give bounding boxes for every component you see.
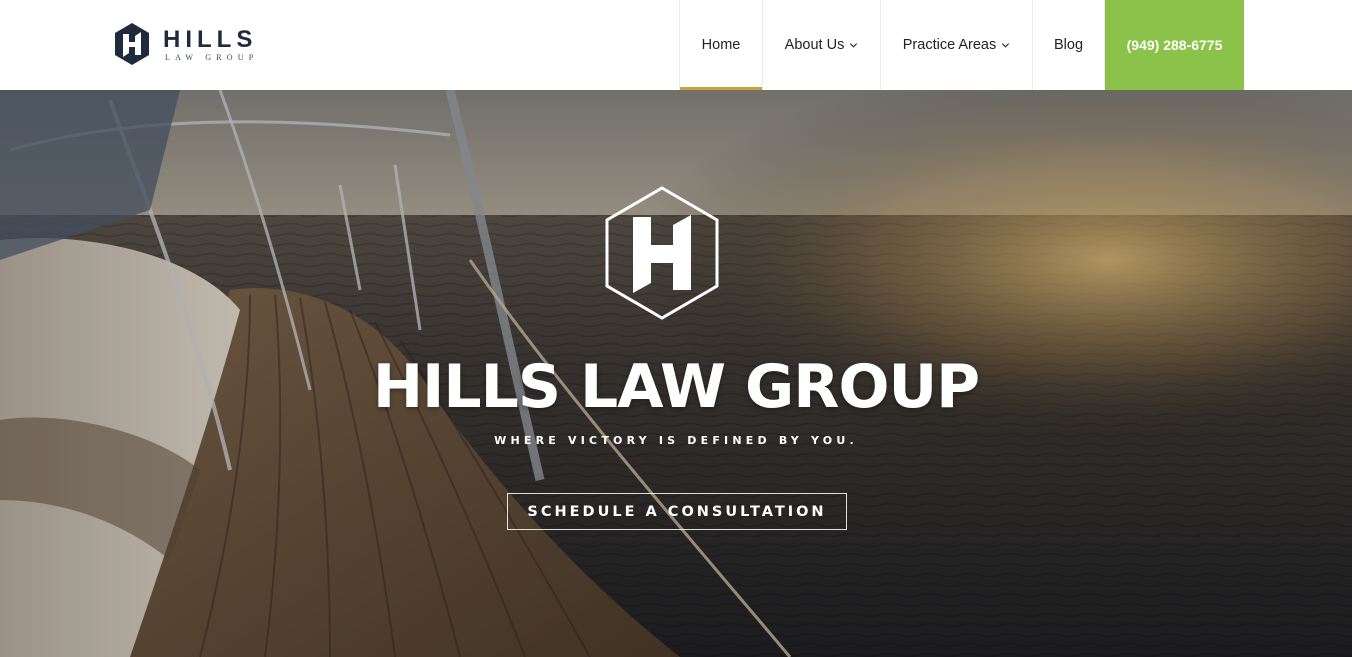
site-header: HILLS LAW GROUP Home About Us Practice A… (0, 0, 1352, 90)
logo-name: HILLS (163, 26, 258, 53)
main-nav: Home About Us Practice Areas Blog (949) … (679, 0, 1244, 90)
cta-label: SCHEDULE A CONSULTATION (527, 503, 827, 520)
hills-emblem-icon (605, 186, 719, 320)
logo-subtitle: LAW GROUP (165, 53, 259, 62)
phone-label: (949) 288-6775 (1126, 37, 1223, 53)
nav-practice-areas-label: Practice Areas (902, 37, 997, 53)
site-logo[interactable]: HILLS LAW GROUP (113, 22, 273, 68)
nav-blog-label: Blog (1053, 37, 1084, 53)
hero-tagline: WHERE VICTORY IS DEFINED BY YOU. (494, 434, 858, 447)
nav-practice-areas[interactable]: Practice Areas (880, 0, 1032, 90)
nav-about-us-label: About Us (784, 37, 845, 53)
hills-logo-icon (115, 23, 149, 65)
nav-home[interactable]: Home (679, 0, 762, 90)
nav-blog[interactable]: Blog (1032, 0, 1105, 90)
chevron-down-icon (850, 42, 858, 48)
hero-title: HILLS LAW GROUP (372, 352, 980, 422)
hero-section: HILLS LAW GROUP WHERE VICTORY IS DEFINED… (0, 90, 1352, 657)
hero-content: HILLS LAW GROUP WHERE VICTORY IS DEFINED… (0, 90, 1352, 657)
nav-about-us[interactable]: About Us (762, 0, 880, 90)
schedule-consultation-button[interactable]: SCHEDULE A CONSULTATION (507, 493, 847, 530)
nav-home-label: Home (701, 37, 741, 53)
phone-button[interactable]: (949) 288-6775 (1105, 0, 1244, 90)
chevron-down-icon (1002, 42, 1010, 48)
